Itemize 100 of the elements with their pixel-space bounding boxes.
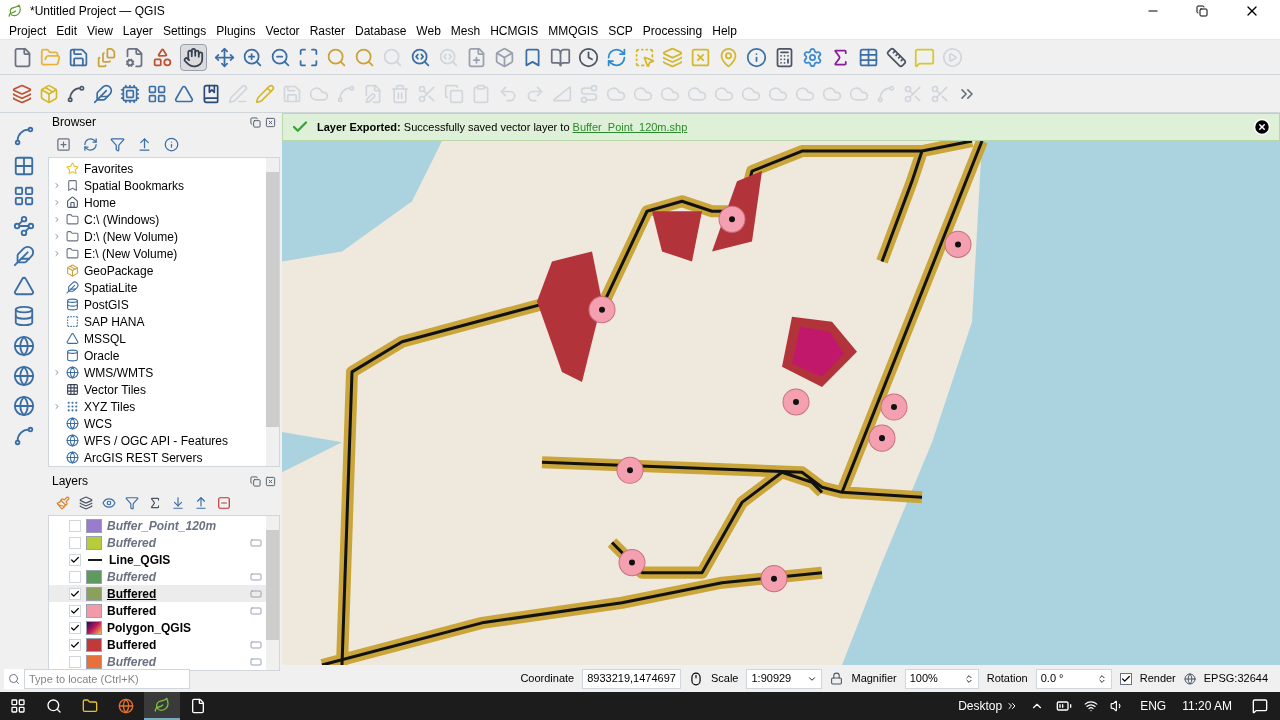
collapse-icon[interactable] bbox=[137, 136, 152, 152]
layer-row[interactable]: Buffer_Point_120m bbox=[49, 517, 266, 534]
undock-icon[interactable] bbox=[250, 116, 261, 128]
data-source-icon[interactable] bbox=[12, 83, 32, 104]
globe-icon[interactable] bbox=[1183, 672, 1196, 685]
start-windows-icon[interactable] bbox=[10, 698, 26, 714]
magnifier-field[interactable]: 100% bbox=[904, 668, 979, 689]
layer-checkbox[interactable] bbox=[69, 553, 81, 566]
layer-checkbox[interactable] bbox=[69, 519, 81, 532]
scale-field[interactable]: 1:90929 bbox=[746, 668, 823, 689]
render-checkbox[interactable] bbox=[1119, 672, 1132, 685]
crs-button[interactable]: EPSG:32644 bbox=[1203, 670, 1276, 687]
new-file-icon[interactable] bbox=[12, 46, 33, 68]
menu-item[interactable]: HCMGIS bbox=[485, 21, 544, 40]
browser-item[interactable]: WCS bbox=[49, 415, 266, 432]
browser-item[interactable]: Home bbox=[49, 194, 266, 211]
menu-item[interactable]: View bbox=[82, 21, 118, 40]
new-layer-icon[interactable] bbox=[13, 425, 35, 447]
add-mesh-icon[interactable] bbox=[13, 185, 35, 207]
layer-row[interactable]: Buffered bbox=[49, 653, 266, 670]
menu-item[interactable]: MMQGIS bbox=[543, 21, 604, 40]
expression-icon[interactable] bbox=[148, 496, 162, 510]
add-selected-icon[interactable] bbox=[56, 136, 71, 152]
browser-item[interactable]: WFS / OGC API - Features bbox=[49, 432, 266, 449]
add-group-icon[interactable] bbox=[79, 496, 93, 510]
browser-item[interactable]: E:\ (New Volume) bbox=[49, 245, 266, 262]
add-spatialite-icon[interactable] bbox=[13, 245, 35, 267]
browser-item[interactable]: Oracle bbox=[49, 347, 266, 364]
layer-row[interactable]: Polygon_QGIS bbox=[49, 619, 266, 636]
save-icon[interactable] bbox=[68, 46, 89, 68]
scrollbar[interactable] bbox=[266, 158, 279, 466]
attribute-table-icon[interactable] bbox=[858, 46, 879, 68]
add-vector-icon[interactable] bbox=[13, 125, 35, 147]
identify-icon[interactable] bbox=[746, 46, 767, 68]
layer-checkbox[interactable] bbox=[69, 621, 81, 634]
browser-item[interactable]: Favorites bbox=[49, 160, 266, 177]
style-shapes-icon[interactable] bbox=[152, 46, 173, 68]
map-drawing[interactable] bbox=[282, 141, 1280, 665]
lock-icon[interactable] bbox=[830, 672, 844, 685]
browser-item[interactable]: XYZ Tiles bbox=[49, 398, 266, 415]
chip-icon[interactable] bbox=[120, 83, 140, 104]
refresh-icon[interactable] bbox=[606, 46, 627, 68]
add-postgis-icon[interactable] bbox=[13, 305, 35, 327]
ruler-icon[interactable] bbox=[886, 46, 907, 68]
abacus-icon[interactable] bbox=[774, 46, 795, 68]
add-virtual-icon[interactable] bbox=[13, 275, 35, 297]
restore-icon[interactable] bbox=[1196, 5, 1208, 17]
browser-item[interactable]: C:\ (Windows) bbox=[49, 211, 266, 228]
menu-item[interactable]: Raster bbox=[304, 21, 350, 40]
folder-icon[interactable] bbox=[82, 698, 98, 714]
language-indicator[interactable]: ENG bbox=[1140, 697, 1167, 715]
browser-item[interactable]: WMS/WMTS bbox=[49, 364, 266, 381]
battery-icon[interactable] bbox=[1056, 698, 1073, 714]
bookmarks-icon[interactable] bbox=[550, 46, 571, 68]
clock-icon[interactable] bbox=[578, 46, 599, 68]
zoom-out-icon[interactable] bbox=[270, 46, 291, 68]
coordinate-field[interactable]: 8933219,1474697 bbox=[582, 668, 681, 689]
add-raster-icon[interactable] bbox=[13, 155, 35, 177]
browser-item[interactable]: MSSQL bbox=[49, 330, 266, 347]
layer-row[interactable]: Buffered bbox=[49, 602, 266, 619]
file-link[interactable]: Buffer_Point_120m.shp bbox=[572, 120, 688, 133]
browser-icon[interactable] bbox=[118, 698, 134, 714]
refresh-icon[interactable] bbox=[83, 136, 98, 152]
layer-checkbox[interactable] bbox=[69, 638, 81, 651]
menu-item[interactable]: Processing bbox=[637, 21, 708, 40]
clock-time[interactable]: 11:20 AM bbox=[1182, 697, 1232, 715]
spinner-icon[interactable] bbox=[1096, 673, 1107, 684]
browser-item[interactable]: D:\ (New Volume) bbox=[49, 228, 266, 245]
browser-item[interactable]: Spatial Bookmarks bbox=[49, 177, 266, 194]
locate-field[interactable]: Type to locate (Ctrl+K) bbox=[24, 668, 190, 689]
help-book-icon[interactable] bbox=[201, 83, 221, 104]
vector-layer-icon[interactable] bbox=[66, 83, 86, 104]
rotation-field[interactable]: 0.0 ° bbox=[1035, 668, 1112, 689]
menu-item[interactable]: Plugins bbox=[211, 21, 261, 40]
add-delimited-icon[interactable] bbox=[13, 215, 35, 237]
app-logo-icon[interactable] bbox=[154, 697, 170, 713]
zoom-in-icon[interactable] bbox=[242, 46, 263, 68]
layer-checkbox[interactable] bbox=[69, 655, 81, 668]
settings-icon[interactable] bbox=[802, 46, 823, 68]
full-extent-icon[interactable] bbox=[298, 46, 319, 68]
add-wfs-icon[interactable] bbox=[13, 395, 35, 417]
filter-icon[interactable] bbox=[125, 496, 139, 510]
undock-icon[interactable] bbox=[250, 475, 261, 487]
layer-row[interactable]: Buffered bbox=[49, 636, 266, 653]
document-tool-icon[interactable] bbox=[124, 46, 145, 68]
menu-item[interactable]: Mesh bbox=[445, 21, 486, 40]
feather-icon[interactable] bbox=[93, 83, 113, 104]
browser-item[interactable]: GeoPackage bbox=[49, 262, 266, 279]
move-arrows-icon[interactable] bbox=[214, 46, 235, 68]
mouse-icon[interactable] bbox=[688, 671, 703, 686]
layer-row[interactable]: Buffered bbox=[49, 534, 266, 551]
eye-icon[interactable] bbox=[102, 496, 116, 510]
scrollbar[interactable] bbox=[266, 516, 279, 670]
layer-checkbox[interactable] bbox=[69, 536, 81, 549]
filter-icon[interactable] bbox=[110, 136, 125, 152]
menu-item[interactable]: Vector bbox=[260, 21, 305, 40]
layer-row[interactable]: Buffered bbox=[49, 568, 266, 585]
new-map-view-icon[interactable] bbox=[466, 46, 487, 68]
collapse-all-icon[interactable] bbox=[194, 496, 208, 510]
add-wcs-icon[interactable] bbox=[13, 365, 35, 387]
